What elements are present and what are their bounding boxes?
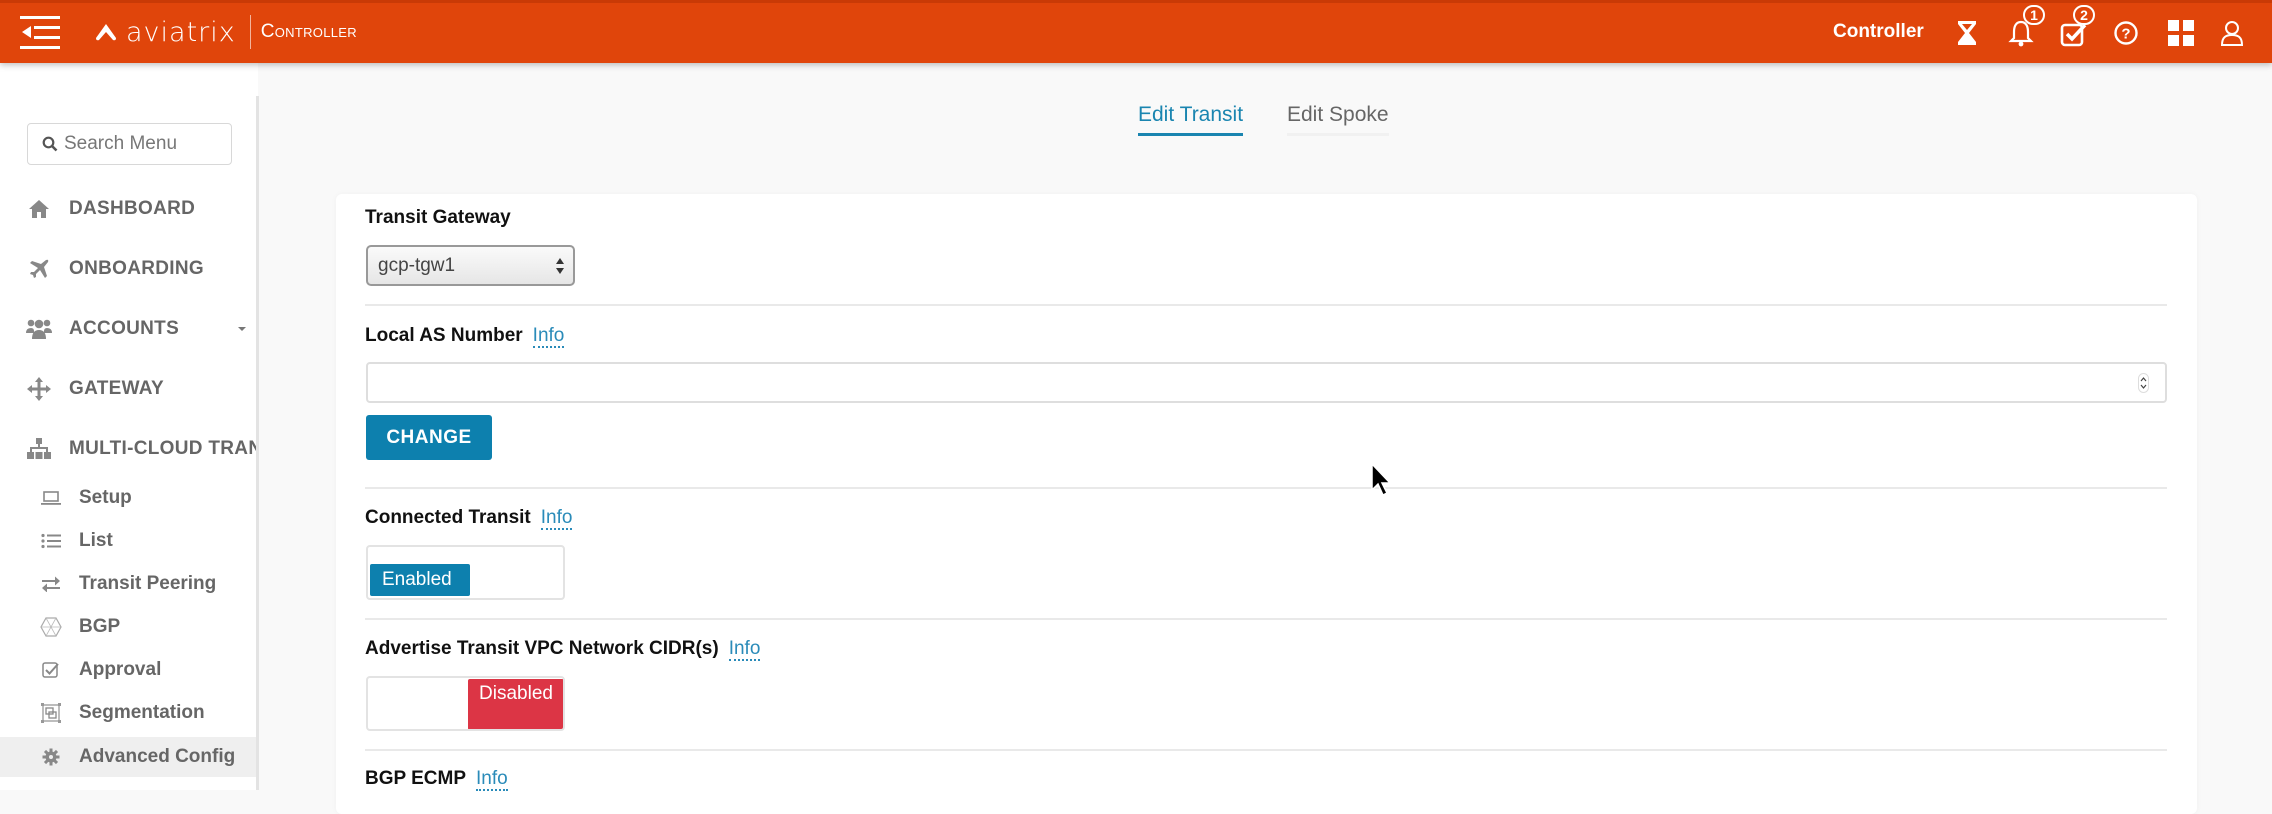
select-arrows-icon [556, 258, 564, 274]
move-arrows-icon [26, 376, 52, 402]
sidebar-item-onboarding[interactable]: ONBOARDING [0, 249, 256, 289]
hourglass-icon[interactable] [1955, 19, 1983, 47]
sidebar-subitem-bgp[interactable]: BGP [0, 607, 256, 647]
bgp-hexagon-icon [40, 616, 62, 638]
edit-transit-card [336, 194, 2197, 814]
tasks-badge: 2 [2073, 5, 2095, 25]
section-divider [365, 618, 2167, 620]
connected-transit-toggle[interactable]: Enabled [366, 545, 565, 600]
sidebar-item-gateway[interactable]: GATEWAY [0, 369, 256, 409]
sidebar-subitem-segmentation[interactable]: Segmentation [0, 693, 256, 733]
number-spinner-icon[interactable] [2138, 373, 2149, 393]
sidebar-item-label: MULTI-CLOUD TRAN [69, 438, 256, 459]
transit-gateway-label-text: Transit Gateway [365, 207, 511, 228]
users-icon [26, 316, 52, 342]
sidebar-item-label: GATEWAY [69, 378, 165, 399]
notifications-badge: 1 [2023, 5, 2045, 25]
advertise-cidr-label-text: Advertise Transit VPC Network CIDR(s) [365, 638, 719, 659]
sidebar-menu: DASHBOARD ONBOARDING ACCOUNTS GATEWAY MU… [0, 0, 256, 790]
aviatrix-mark-icon [96, 24, 116, 41]
sidebar-subitem-label: Transit Peering [79, 573, 217, 594]
sidebar-scrollbar[interactable] [256, 96, 259, 790]
search-menu-field[interactable] [27, 123, 232, 165]
segmentation-icon [40, 702, 62, 724]
gear-icon [40, 746, 62, 768]
search-menu-input[interactable] [64, 133, 224, 155]
local-as-number-input[interactable] [368, 364, 2165, 401]
section-divider [365, 304, 2167, 306]
controller-label: Controller [1833, 21, 1924, 42]
change-as-number-button[interactable]: CHANGE [366, 415, 492, 460]
connected-transit-label: Connected Transit Info [365, 507, 573, 530]
bgp-ecmp-info-link[interactable]: Info [476, 768, 508, 791]
chevron-down-icon[interactable] [238, 327, 246, 331]
logo-divider [249, 15, 251, 49]
connected-transit-info-link[interactable]: Info [540, 507, 573, 530]
sidebar-subitem-approval[interactable]: Approval [0, 650, 256, 690]
bgp-ecmp-label-text: BGP ECMP [365, 768, 467, 789]
section-divider [365, 749, 2167, 751]
sidebar-item-dashboard[interactable]: DASHBOARD [0, 189, 256, 229]
connected-transit-label-text: Connected Transit [365, 507, 531, 528]
sidebar-item-label: DASHBOARD [69, 198, 196, 219]
transit-gateway-label: Transit Gateway [365, 207, 511, 229]
local-as-number-field[interactable] [366, 362, 2167, 403]
toggle-enabled-state: Enabled [370, 564, 470, 596]
local-as-info-link[interactable]: Info [532, 325, 565, 348]
product-name: Controller [260, 21, 357, 42]
aviatrix-logo[interactable]: aviatrix Controller [94, 12, 357, 52]
local-as-number-label-text: Local AS Number [365, 325, 523, 346]
advertise-cidr-info-link[interactable]: Info [728, 638, 761, 661]
mouse-cursor-icon [1371, 462, 1392, 497]
svg-text:?: ? [2121, 26, 2130, 43]
sidebar-subitem-label: BGP [79, 616, 121, 637]
top-header: aviatrix Controller Controller 1 2 ? [0, 0, 2272, 63]
transit-gateway-selected-value: gcp-tgw1 [378, 254, 456, 276]
list-icon [40, 530, 62, 552]
sidebar-subitem-transit-peering[interactable]: Transit Peering [0, 564, 256, 604]
brand-name: aviatrix [126, 16, 236, 48]
advertise-cidr-label: Advertise Transit VPC Network CIDR(s) Inf… [365, 638, 761, 661]
tab-edit-spoke[interactable]: Edit Spoke [1287, 103, 1389, 136]
sidebar-subitem-setup[interactable]: Setup [0, 478, 256, 518]
sidebar-subitem-label: List [79, 530, 113, 551]
tab-edit-transit[interactable]: Edit Transit [1138, 103, 1244, 136]
section-divider [365, 487, 2167, 489]
check-square-icon [40, 659, 62, 681]
sidebar-subitem-advanced-config[interactable]: Advanced Config [0, 737, 256, 777]
menu-toggle-icon[interactable] [20, 15, 60, 51]
laptop-icon [40, 487, 62, 509]
sitemap-icon [26, 436, 52, 462]
sidebar-item-label: ACCOUNTS [69, 318, 180, 339]
help-icon[interactable]: ? [2113, 19, 2141, 47]
sidebar-item-label: ONBOARDING [69, 258, 204, 279]
transit-gateway-select[interactable]: gcp-tgw1 [366, 245, 575, 286]
local-as-number-label: Local AS Number Info [365, 325, 565, 348]
sidebar-item-accounts[interactable]: ACCOUNTS [0, 309, 256, 349]
sidebar-subitem-label: Advanced Config [79, 746, 236, 767]
exchange-icon [40, 573, 62, 595]
bgp-ecmp-label: BGP ECMP Info [365, 768, 508, 791]
sidebar-subitem-label: Segmentation [79, 702, 205, 723]
apps-grid-icon[interactable] [2167, 19, 2195, 47]
sidebar-item-multi-cloud-transit[interactable]: MULTI-CLOUD TRAN [0, 429, 256, 469]
sidebar-subitem-label: Approval [79, 659, 162, 680]
sidebar-subitem-label: Setup [79, 487, 132, 508]
advertise-cidr-toggle[interactable]: Disabled [366, 676, 565, 731]
user-icon[interactable] [2220, 19, 2248, 47]
search-icon [42, 136, 58, 152]
plane-icon [26, 256, 52, 282]
home-icon [26, 196, 52, 222]
sidebar-subitem-list[interactable]: List [0, 521, 256, 561]
toggle-disabled-state: Disabled [468, 679, 563, 729]
